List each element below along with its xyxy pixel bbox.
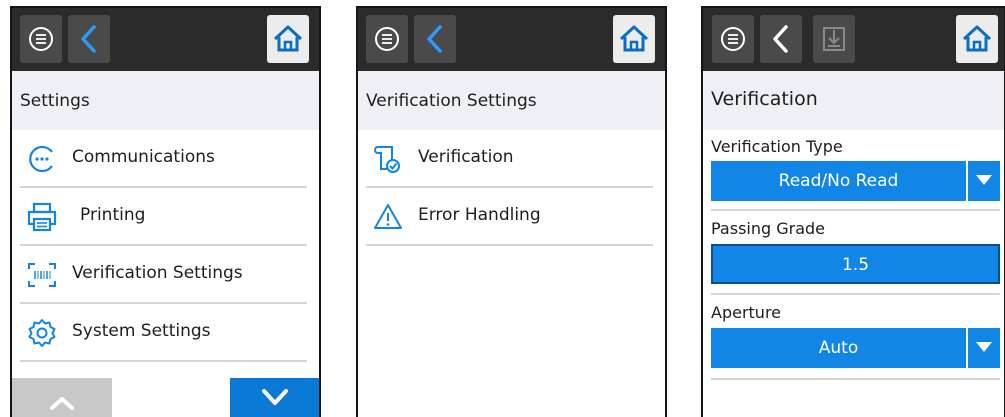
back-button[interactable] xyxy=(68,15,110,63)
back-icon xyxy=(773,25,788,53)
chevron-up-icon xyxy=(50,397,74,410)
menu-icon xyxy=(29,27,53,51)
back-button[interactable] xyxy=(414,15,456,63)
menu-item-label: System Settings xyxy=(72,321,211,341)
save-button[interactable] xyxy=(813,15,855,63)
title-bar: Settings xyxy=(12,71,319,130)
home-icon xyxy=(273,25,303,52)
save-icon xyxy=(823,27,845,51)
scroll-up-button[interactable] xyxy=(12,378,112,417)
verification-screen: Verification Verification Type Read/No R… xyxy=(701,6,1005,417)
page-title: Verification Settings xyxy=(366,91,537,111)
home-icon xyxy=(619,25,649,52)
menu-item-error-handling[interactable]: Error Handling xyxy=(366,188,653,246)
aperture-select[interactable]: Auto xyxy=(711,328,966,368)
divider xyxy=(20,360,307,362)
home-button[interactable] xyxy=(613,15,655,63)
verification-type-label: Verification Type xyxy=(711,137,843,156)
communications-icon xyxy=(29,145,53,173)
divider xyxy=(711,209,1000,211)
caret-down-icon xyxy=(976,175,992,185)
back-icon xyxy=(81,25,96,53)
menu-item-verification-settings[interactable]: Verification Settings xyxy=(20,246,307,304)
page-title: Settings xyxy=(20,91,90,111)
menu-item-communications[interactable]: Communications xyxy=(20,130,307,188)
divider xyxy=(366,244,653,246)
back-icon xyxy=(427,25,442,53)
printer-icon xyxy=(27,202,57,232)
home-icon xyxy=(962,25,992,52)
back-button[interactable] xyxy=(760,15,802,63)
home-button[interactable] xyxy=(956,15,998,63)
menu-item-label: Printing xyxy=(80,205,146,225)
menu-item-verification[interactable]: Verification xyxy=(366,130,653,188)
barcode-scan-icon xyxy=(28,263,56,287)
menu-button[interactable] xyxy=(20,15,62,63)
chevron-down-icon xyxy=(262,389,288,405)
scroll-down-button[interactable] xyxy=(230,378,319,417)
top-bar xyxy=(12,8,319,71)
menu-item-label: Communications xyxy=(72,147,215,167)
settings-screen: Settings Communications Printing Verific… xyxy=(10,6,321,417)
warning-icon xyxy=(374,204,402,229)
menu-button[interactable] xyxy=(712,15,754,63)
divider xyxy=(711,378,1000,380)
title-bar: Verification xyxy=(703,71,1004,130)
verification-type-dropdown-button[interactable] xyxy=(966,161,1000,201)
verification-icon xyxy=(374,146,400,173)
menu-icon xyxy=(375,27,399,51)
aperture-label: Aperture xyxy=(711,303,782,322)
menu-item-printing[interactable]: Printing xyxy=(20,188,307,246)
top-bar xyxy=(703,8,1004,71)
home-button[interactable] xyxy=(267,15,309,63)
verification-type-value: Read/No Read xyxy=(778,171,899,191)
menu-item-system-settings[interactable]: System Settings xyxy=(20,304,307,362)
aperture-dropdown-button[interactable] xyxy=(966,328,1000,368)
menu-item-label: Verification xyxy=(418,147,514,167)
divider xyxy=(711,293,1000,295)
verification-settings-screen: Verification Settings Verification Error… xyxy=(356,6,667,417)
top-bar xyxy=(358,8,665,71)
gear-icon xyxy=(28,319,56,347)
menu-item-label: Verification Settings xyxy=(72,263,243,283)
passing-grade-input[interactable]: 1.5 xyxy=(711,244,1000,284)
title-bar: Verification Settings xyxy=(358,71,665,130)
passing-grade-label: Passing Grade xyxy=(711,219,826,238)
menu-icon xyxy=(721,27,745,51)
caret-down-icon xyxy=(976,342,992,352)
passing-grade-value: 1.5 xyxy=(841,255,870,275)
menu-button[interactable] xyxy=(366,15,408,63)
page-title: Verification xyxy=(711,88,818,110)
aperture-value: Auto xyxy=(818,338,859,358)
verification-type-select[interactable]: Read/No Read xyxy=(711,161,966,201)
menu-item-label: Error Handling xyxy=(418,205,541,225)
